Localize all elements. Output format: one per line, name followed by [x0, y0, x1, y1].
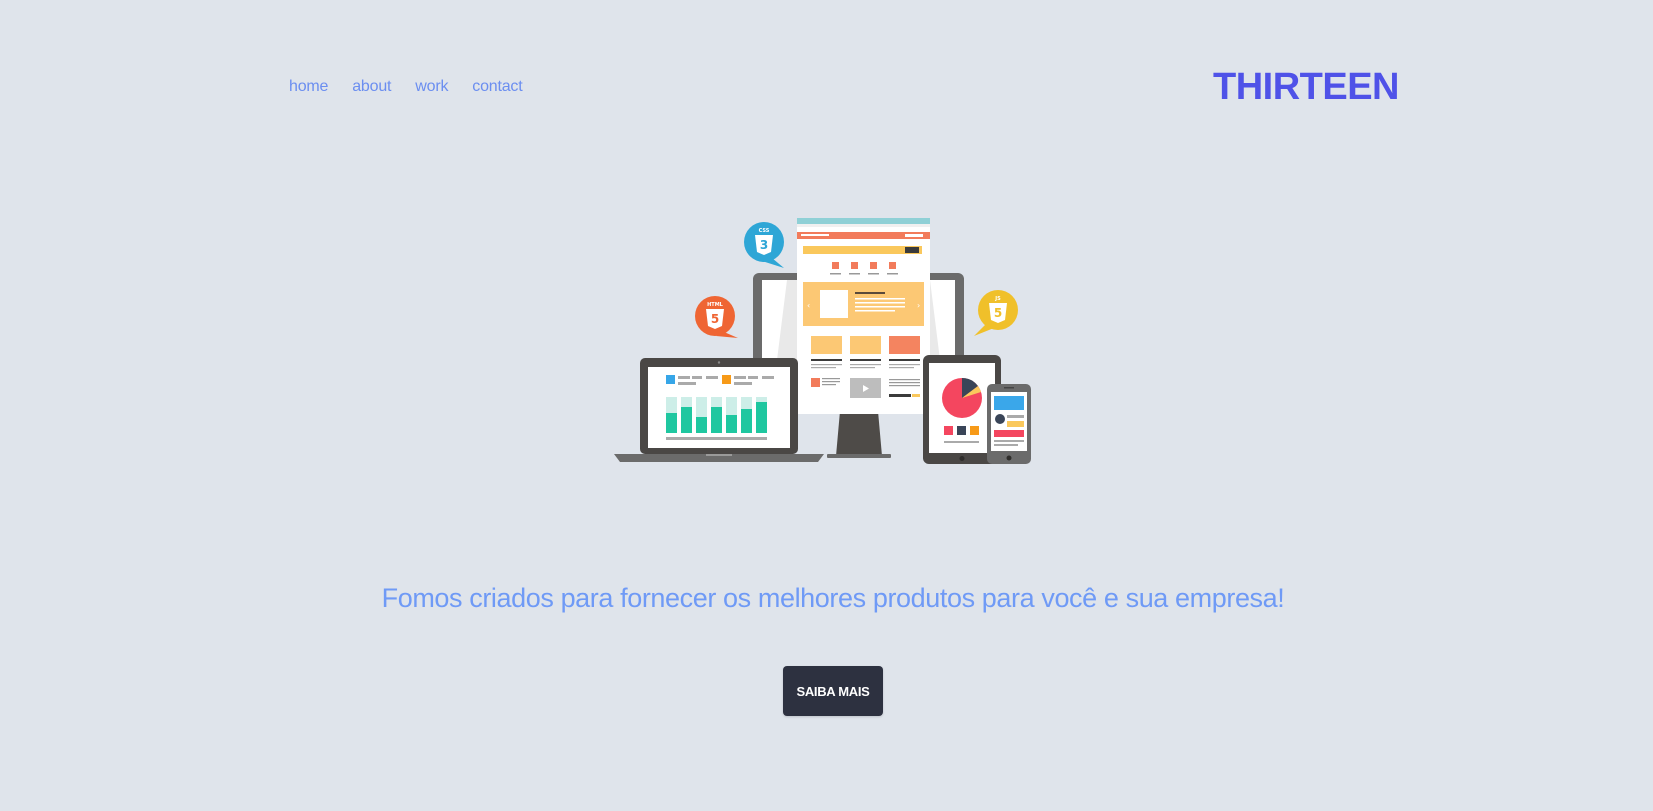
nav-work-link[interactable]: work: [415, 76, 448, 98]
svg-text:5: 5: [711, 312, 719, 326]
svg-text:‹: ‹: [807, 301, 810, 310]
saiba-mais-button[interactable]: SAIBA MAIS: [783, 666, 883, 716]
phone-graphic: [987, 384, 1031, 464]
brand-logo[interactable]: THIRTEEN: [1213, 63, 1400, 111]
hero-tagline: Fomos criados para fornecer os melhores …: [381, 583, 1285, 613]
svg-text:3: 3: [760, 238, 768, 252]
main-nav: home about work contact: [289, 76, 546, 98]
nav-about-link[interactable]: about: [352, 76, 391, 98]
svg-text:›: ›: [917, 301, 920, 310]
landing-page: home about work contact THIRTEEN ‹ › CSS…: [0, 0, 1653, 811]
svg-text:JS: JS: [994, 296, 1001, 302]
html5-badge-icon: HTML 5: [695, 296, 738, 338]
website-mockup-graphic: ‹ ›: [797, 218, 930, 414]
nav-home-link[interactable]: home: [289, 76, 328, 98]
nav-contact-link[interactable]: contact: [472, 76, 522, 98]
svg-text:HTML: HTML: [707, 302, 724, 308]
css3-badge-icon: CSS 3: [744, 222, 784, 268]
devices-illustration: ‹ › CSS 3 HTML 5 JS 5: [614, 218, 1031, 464]
js-badge-icon: JS 5: [974, 290, 1018, 336]
svg-text:CSS: CSS: [759, 228, 770, 234]
svg-text:5: 5: [994, 306, 1002, 320]
laptop-graphic: [614, 358, 824, 462]
